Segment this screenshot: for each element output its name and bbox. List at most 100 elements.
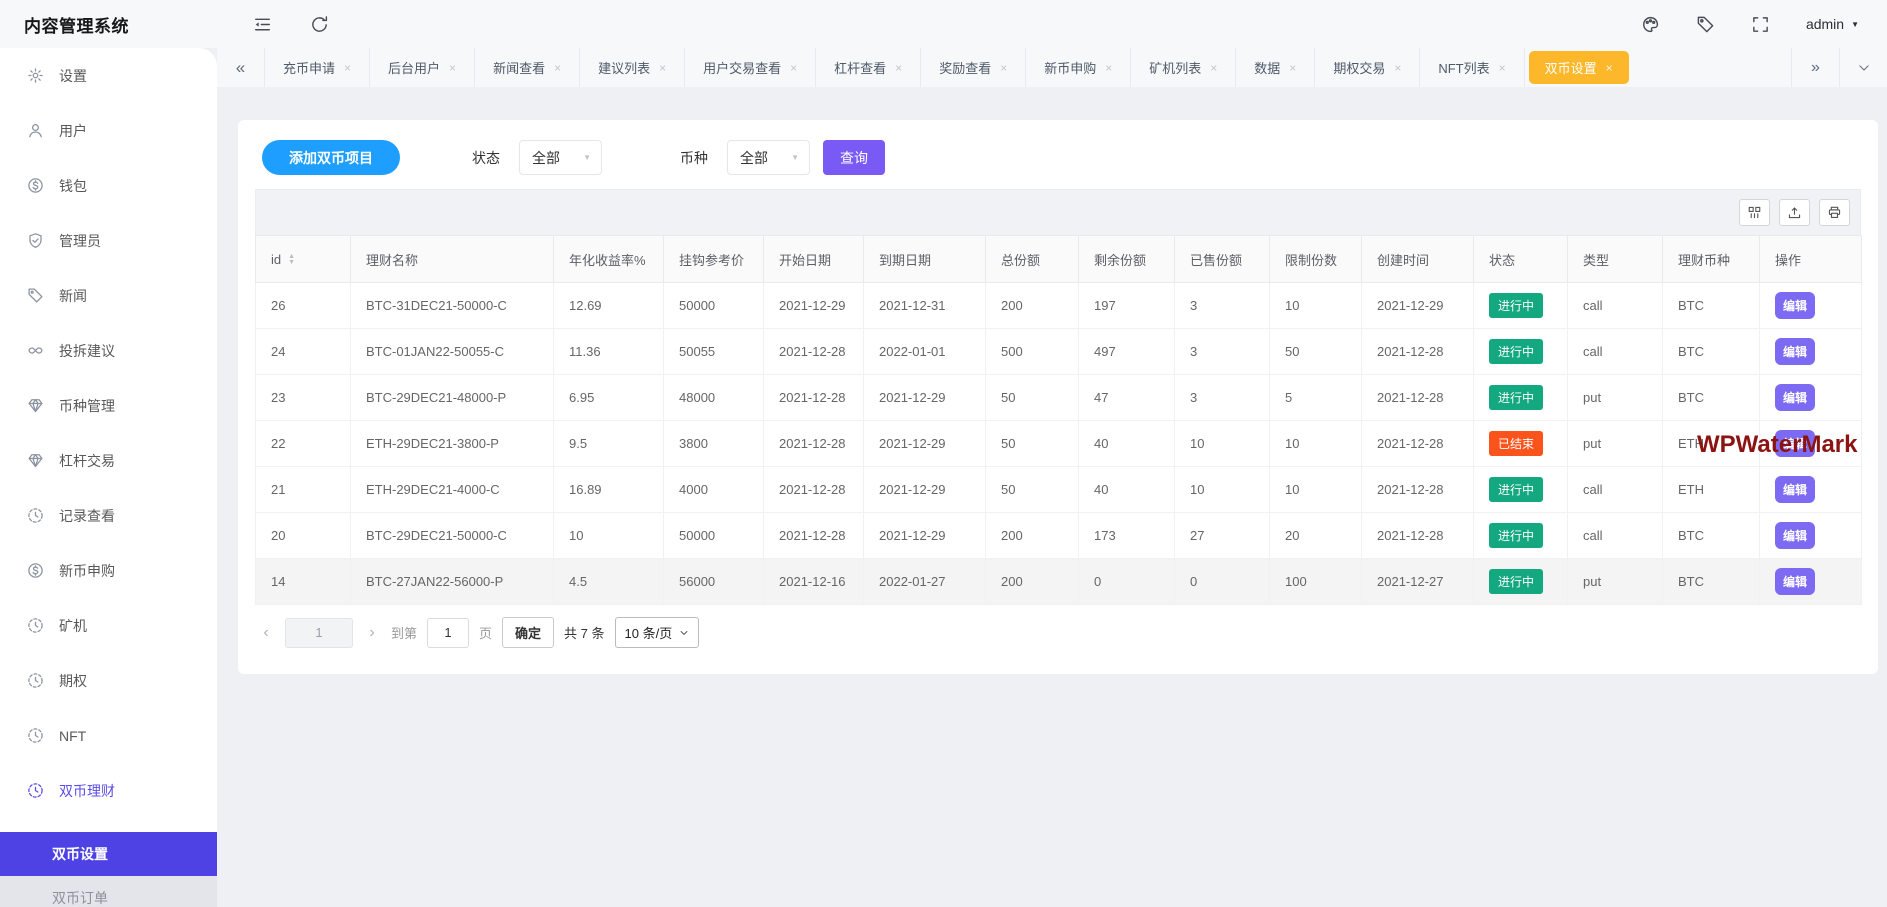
tab[interactable]: 新闻查看 ×	[475, 48, 580, 87]
edit-button[interactable]: 编辑	[1775, 476, 1815, 503]
sidebar-subitem[interactable]: 双币订单	[0, 876, 217, 907]
sidebar-item-label: 双币理财	[59, 781, 115, 801]
sidebar-item[interactable]: 新币申购	[0, 543, 217, 598]
edit-button[interactable]: 编辑	[1775, 568, 1815, 595]
tab[interactable]: 用户交易查看 ×	[685, 48, 816, 87]
tab-close-icon[interactable]: ×	[1289, 61, 1296, 75]
coin-filter-select[interactable]: 全部 ▼	[727, 140, 810, 175]
tab-close-icon[interactable]: ×	[790, 61, 797, 75]
tab[interactable]: 充币申请×	[265, 48, 370, 87]
tab[interactable]: 后台用户×	[370, 48, 475, 87]
sidebar-item[interactable]: NFT	[0, 708, 217, 763]
goto-page-input[interactable]	[427, 618, 469, 648]
cell-end: 2021-12-29	[864, 421, 986, 467]
sidebar-item[interactable]: 记录查看	[0, 488, 217, 543]
confirm-page-button[interactable]: 确定	[502, 617, 554, 648]
header-right-icons: admin ▼	[1641, 15, 1887, 34]
tab[interactable]: 杠杆查看×	[816, 48, 921, 87]
tab[interactable]: 奖励查看×	[921, 48, 1026, 87]
sidebar-item[interactable]: 管理员	[0, 213, 217, 268]
cell-id: 26	[256, 283, 351, 329]
sidebar-subitem[interactable]: 双币设置	[0, 832, 217, 876]
edit-button[interactable]: 编辑	[1775, 292, 1815, 319]
status-badge: 进行中	[1489, 339, 1543, 364]
cell-remaining: 47	[1079, 375, 1175, 421]
current-page[interactable]: 1	[285, 618, 353, 648]
fullscreen-icon[interactable]	[1751, 15, 1770, 34]
column-header-label: 已售份额	[1190, 253, 1242, 268]
tab-close-icon[interactable]: ×	[554, 61, 561, 75]
cell-limit: 20	[1270, 513, 1362, 559]
tab[interactable]: 双币设置×	[1529, 51, 1629, 84]
refresh-icon[interactable]	[310, 15, 329, 34]
export-button[interactable]	[1779, 199, 1810, 226]
tab-close-icon[interactable]: ×	[1000, 61, 1007, 75]
tab-label: 新闻查看	[493, 58, 545, 77]
status-filter-select[interactable]: 全部 ▼	[519, 140, 602, 175]
sidebar-item-label: 矿机	[59, 616, 87, 636]
tab[interactable]: 矿机列表×	[1131, 48, 1236, 87]
tabs-scroll-right-button[interactable]: »	[1791, 48, 1839, 87]
tab-close-icon[interactable]: ×	[895, 61, 902, 75]
tag-icon[interactable]	[1696, 15, 1715, 34]
tab-close-icon[interactable]: ×	[449, 61, 456, 75]
tabs-scroll-left-button[interactable]: «	[217, 48, 265, 87]
cell-rate: 12.69	[554, 283, 664, 329]
collapse-sidebar-icon[interactable]	[253, 15, 272, 34]
cell-action: 编辑	[1760, 513, 1862, 559]
sidebar-item[interactable]: 用户	[0, 103, 217, 158]
tabs-collapse-button[interactable]	[1839, 48, 1887, 87]
tab-bar-right: »	[1791, 48, 1887, 87]
tab[interactable]: 期权交易×	[1315, 48, 1420, 87]
tab[interactable]: 数据×	[1236, 48, 1315, 87]
sort-control[interactable]: ▲▼	[288, 254, 295, 266]
tab-close-icon[interactable]: ×	[659, 61, 666, 75]
column-header-label: id	[271, 252, 281, 267]
cell-start: 2021-12-28	[764, 375, 864, 421]
cell-limit: 5	[1270, 375, 1362, 421]
sidebar-item[interactable]: 矿机	[0, 598, 217, 653]
sidebar-item[interactable]: 新闻	[0, 268, 217, 323]
column-header-label: 状态	[1489, 253, 1515, 268]
print-button[interactable]	[1819, 199, 1850, 226]
tab[interactable]: 新币申购×	[1026, 48, 1131, 87]
tab[interactable]: 建议列表×	[580, 48, 685, 87]
cell-remaining: 0	[1079, 559, 1175, 605]
column-header: 挂钩参考价	[664, 236, 764, 283]
sidebar-item[interactable]: 期权	[0, 653, 217, 708]
cell-type: call	[1568, 467, 1663, 513]
edit-button[interactable]: 编辑	[1775, 338, 1815, 365]
tag-icon	[27, 287, 44, 304]
sidebar-item[interactable]: 币种管理	[0, 378, 217, 433]
edit-button[interactable]: 编辑	[1775, 384, 1815, 411]
sidebar-item[interactable]: 杠杆交易	[0, 433, 217, 488]
edit-button[interactable]: 编辑	[1775, 522, 1815, 549]
page-size-select[interactable]: 10 条/页	[615, 617, 700, 648]
add-dual-currency-project-button[interactable]: 添加双币项目	[262, 140, 400, 175]
status-filter-value: 全部	[532, 148, 560, 168]
status-badge: 进行中	[1489, 293, 1543, 318]
tab-close-icon[interactable]: ×	[1606, 61, 1613, 75]
tab-close-icon[interactable]: ×	[1105, 61, 1112, 75]
tab[interactable]: NFT列表×	[1420, 48, 1524, 87]
sidebar-subitem-label: 双币订单	[52, 888, 108, 907]
theme-palette-icon[interactable]	[1641, 15, 1660, 34]
tab-close-icon[interactable]: ×	[1499, 61, 1506, 75]
column-header-label: 理财名称	[366, 253, 418, 268]
tab-close-icon[interactable]: ×	[1394, 61, 1401, 75]
sidebar-item[interactable]: 设置	[0, 48, 217, 103]
sidebar-item[interactable]: 钱包	[0, 158, 217, 213]
prev-page-button[interactable]: ‹	[257, 624, 275, 642]
sidebar-item[interactable]: 投拆建议	[0, 323, 217, 378]
tab-close-icon[interactable]: ×	[344, 61, 351, 75]
toggle-columns-button[interactable]	[1739, 199, 1770, 226]
tab-close-icon[interactable]: ×	[1210, 61, 1217, 75]
cell-action: 编辑	[1760, 375, 1862, 421]
tab-label: 用户交易查看	[703, 58, 781, 77]
search-button[interactable]: 查询	[823, 140, 885, 175]
sidebar-item[interactable]: 双币理财	[0, 763, 217, 818]
cell-start: 2021-12-16	[764, 559, 864, 605]
cell-start: 2021-12-29	[764, 283, 864, 329]
next-page-button[interactable]: ›	[363, 624, 381, 642]
user-menu[interactable]: admin ▼	[1806, 16, 1859, 32]
